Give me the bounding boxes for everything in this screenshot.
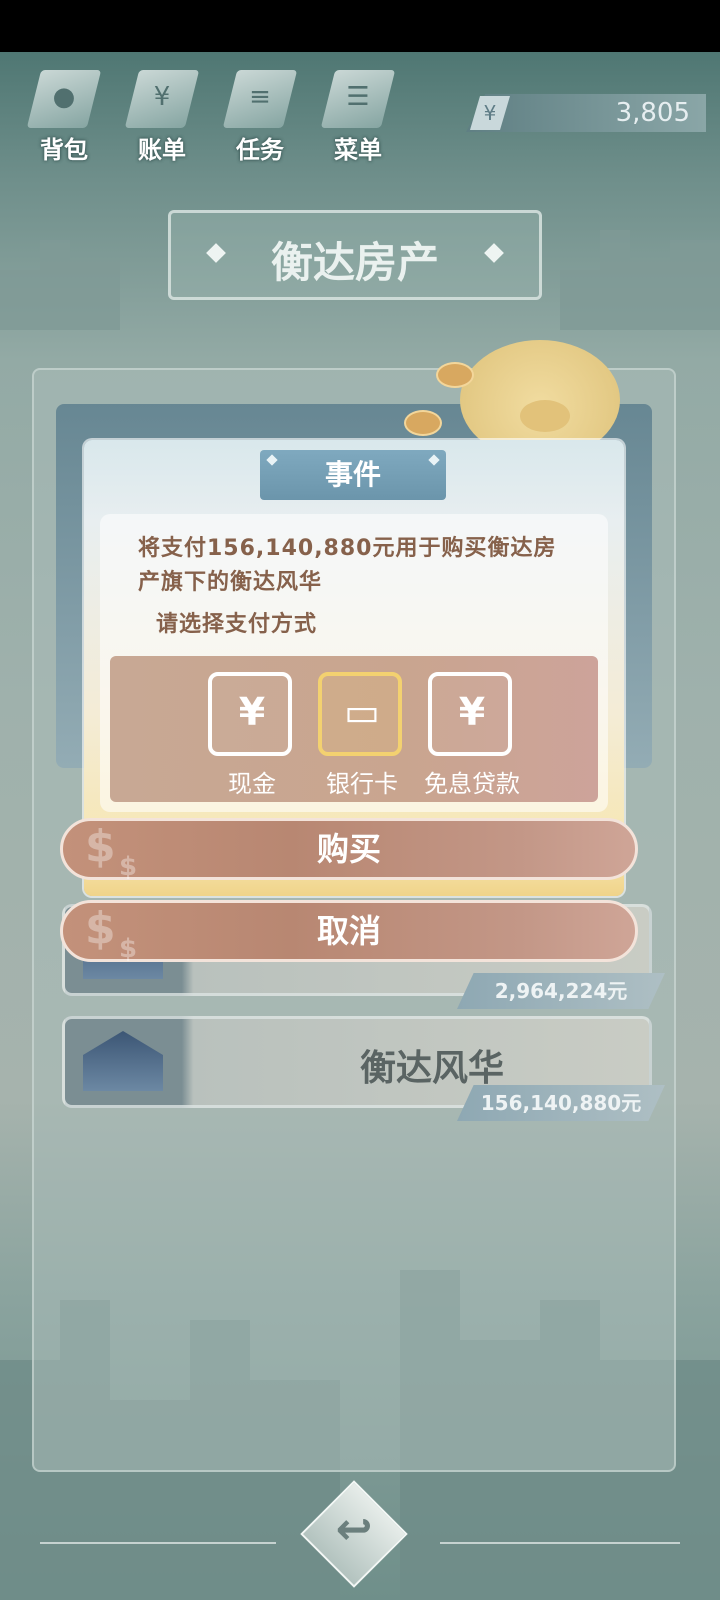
hud-menu-button[interactable]: ☰ 菜单 (316, 64, 400, 164)
property-price: 156,140,880元 (457, 1085, 665, 1121)
payment-options: ¥ 现金 ▭ 银行卡 ¥ 免息贷款 (110, 656, 598, 802)
back-icon: ↩ (335, 1504, 373, 1555)
bottom-divider (40, 1542, 276, 1544)
bill-icon: ¥ (153, 82, 171, 112)
buy-button[interactable]: $ $ 购买 (60, 818, 638, 882)
money-bag-icon: ¥ (238, 690, 266, 734)
dollar-icon: $ (119, 934, 138, 964)
payment-hint: 请选择支付方式 (156, 612, 318, 637)
task-icon: ≡ (249, 82, 271, 112)
dialog-body: 将支付156,140,880元用于购买衡达房产旗下的衡达风华 请选择支付方式 ¥… (100, 514, 608, 812)
pay-option-label: 银行卡 (326, 770, 398, 798)
dollar-icon: $ (85, 903, 116, 954)
dialog-title: 事件 (260, 450, 446, 500)
pay-option-label: 免息贷款 (424, 770, 520, 798)
property-price: 2,964,224元 (457, 973, 665, 1009)
page-title: 衡达房产 (270, 238, 439, 287)
pay-option-loan[interactable]: ¥ 免息贷款 (424, 672, 520, 798)
coin-icon (404, 410, 442, 436)
loan-hand-icon: ¥ (458, 690, 486, 734)
hud-bag-label: 背包 (40, 136, 88, 164)
page-title-box: 衡达房产 (168, 210, 542, 300)
hud-task-button[interactable]: ≡ 任务 (218, 64, 302, 164)
house-icon (83, 1031, 163, 1091)
coin-icon (436, 362, 474, 388)
dollar-icon: $ (119, 852, 138, 882)
hud-bill-button[interactable]: ¥ 账单 (120, 64, 204, 164)
money-value: 3,805 (615, 98, 690, 128)
pay-option-label: 现金 (228, 770, 276, 798)
property-name: 衡达风华 (359, 1048, 504, 1089)
bank-card-icon: ▭ (344, 690, 380, 734)
property-item[interactable]: 衡达风华 156,140,880元 (62, 1016, 665, 1121)
hud-menu-label: 菜单 (334, 136, 382, 164)
pay-option-bank-card[interactable]: ▭ 银行卡 (316, 672, 408, 798)
hud-task-label: 任务 (236, 136, 284, 164)
top-hud: ● 背包 ¥ 账单 ≡ 任务 ☰ 菜单 ¥ 3,805 (0, 52, 720, 164)
bag-icon: ● (52, 82, 76, 112)
cancel-button[interactable]: $ $ 取消 (60, 900, 638, 964)
dollar-icon: $ (85, 821, 116, 872)
hud-bill-label: 账单 (138, 136, 186, 164)
menu-icon: ☰ (346, 82, 370, 112)
dialog-message: 将支付156,140,880元用于购买衡达房产旗下的衡达风华 (138, 536, 557, 595)
pay-option-cash[interactable]: ¥ 现金 (206, 672, 298, 798)
hud-bag-button[interactable]: ● 背包 (22, 64, 106, 164)
bottom-divider (440, 1542, 680, 1544)
